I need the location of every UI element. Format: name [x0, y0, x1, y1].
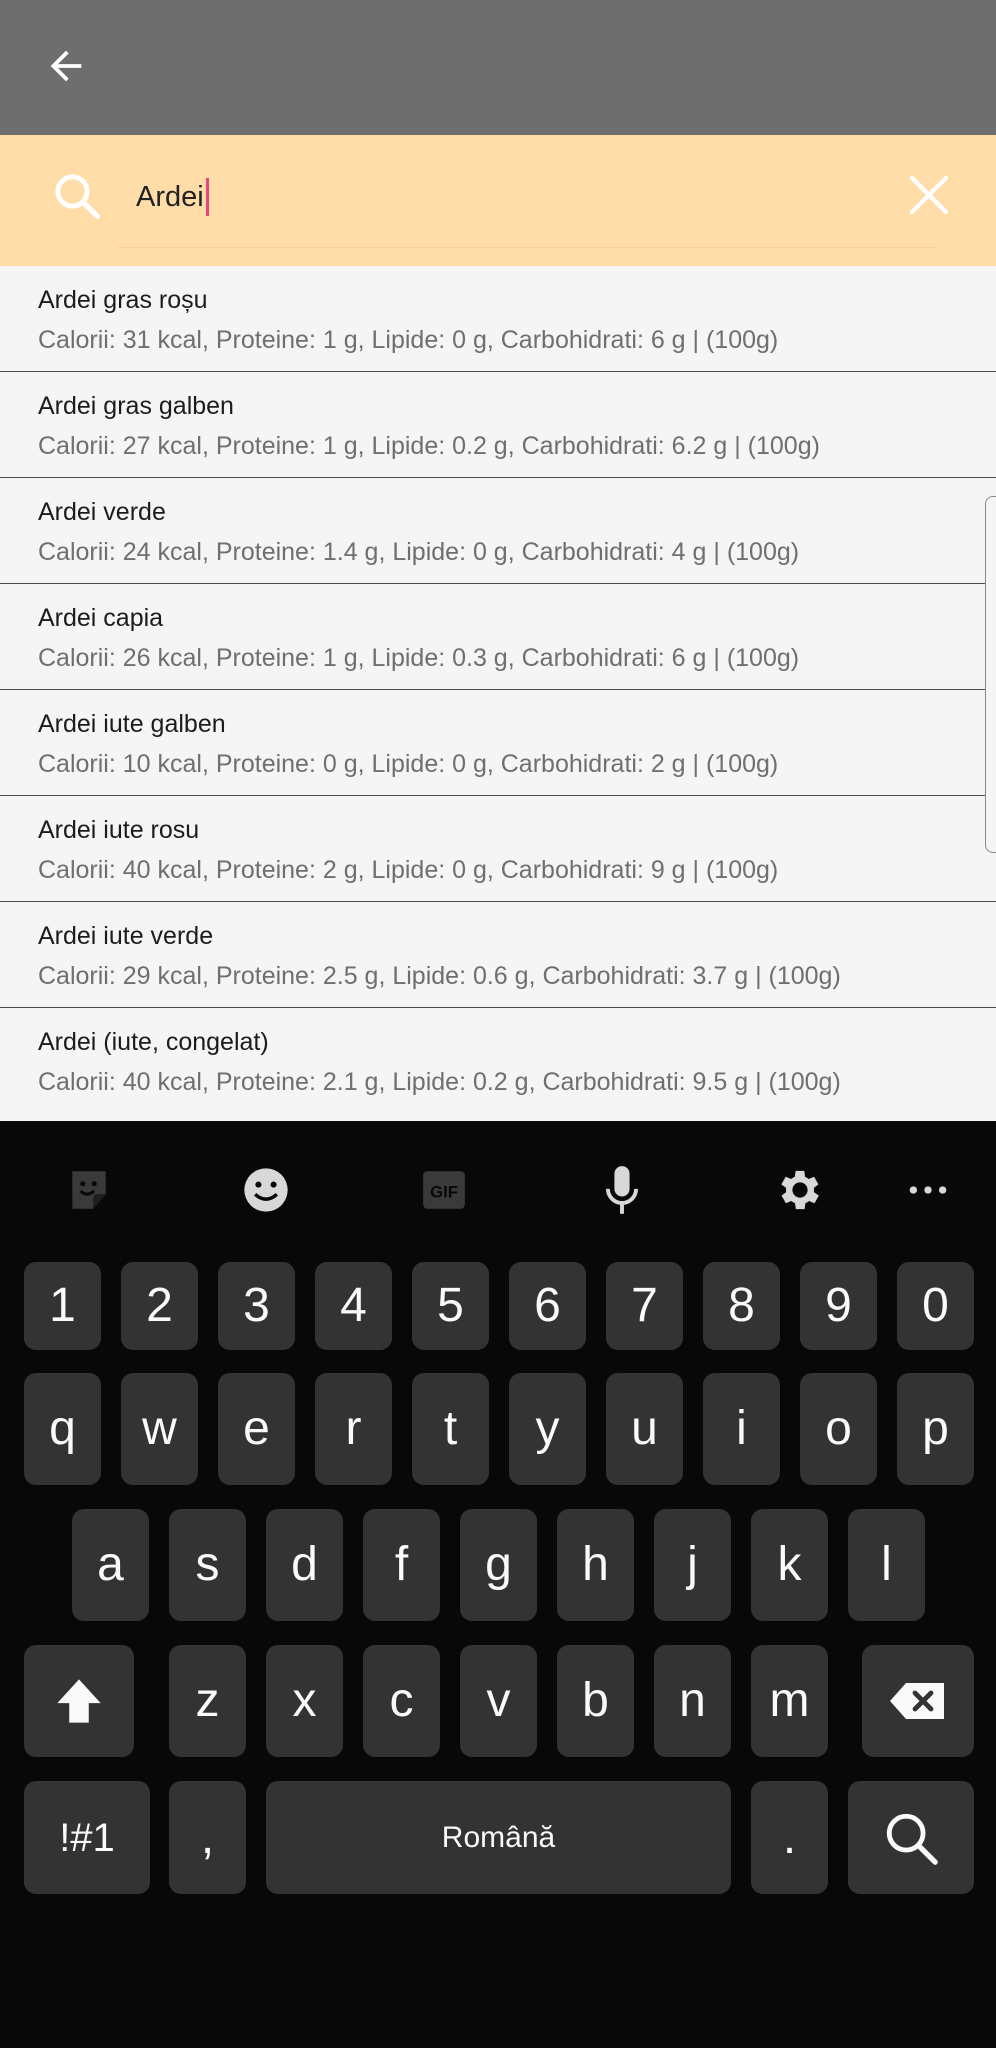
- key-8[interactable]: 8: [703, 1262, 780, 1350]
- key-1[interactable]: 1: [24, 1262, 101, 1350]
- search-icon: [886, 1813, 938, 1865]
- settings-icon: [781, 1170, 819, 1210]
- key-q[interactable]: q: [24, 1373, 101, 1485]
- item-title: Ardei iute verde: [38, 922, 214, 950]
- key-5[interactable]: 5: [412, 1262, 489, 1350]
- item-title: Ardei capia: [38, 604, 164, 632]
- item-details: Calorii: 29 kcal, Proteine: 2.5 g, Lipid…: [38, 962, 841, 990]
- key-x[interactable]: x: [266, 1645, 343, 1757]
- results-list: Ardei gras roșu Calorii: 31 kcal, Protei…: [0, 266, 996, 1121]
- key-4[interactable]: 4: [315, 1262, 392, 1350]
- key-z[interactable]: z: [169, 1645, 246, 1757]
- item-title: Ardei gras galben: [38, 392, 234, 420]
- key-s[interactable]: s: [169, 1509, 246, 1621]
- item-title: Ardei (iute, congelat): [38, 1028, 269, 1056]
- key-3[interactable]: 3: [218, 1262, 295, 1350]
- search-key[interactable]: [848, 1781, 974, 1894]
- key-f[interactable]: f: [363, 1509, 440, 1621]
- key-h[interactable]: h: [557, 1509, 634, 1621]
- more-options-button[interactable]: [893, 1155, 963, 1225]
- app-bar: [0, 0, 996, 135]
- gif-icon: GIF: [423, 1171, 465, 1209]
- search-underline: [118, 247, 936, 248]
- symbols-key[interactable]: !#1: [24, 1781, 150, 1894]
- emoji-icon: [244, 1168, 288, 1212]
- search-bar: Ardei: [0, 135, 996, 266]
- gif-label: GIF: [430, 1182, 458, 1201]
- item-title: Ardei iute rosu: [38, 816, 200, 844]
- key-j[interactable]: j: [654, 1509, 731, 1621]
- text-caret: [205, 178, 209, 216]
- search-input[interactable]: Ardei: [136, 175, 209, 219]
- key-y[interactable]: y: [509, 1373, 586, 1485]
- back-button[interactable]: [28, 28, 104, 104]
- list-item[interactable]: Ardei iute galben Calorii: 10 kcal, Prot…: [0, 690, 996, 796]
- list-item[interactable]: Ardei capia Calorii: 26 kcal, Proteine: …: [0, 584, 996, 690]
- item-details: Calorii: 26 kcal, Proteine: 1 g, Lipide:…: [38, 644, 800, 672]
- key-a[interactable]: a: [72, 1509, 149, 1621]
- microphone-icon: [605, 1166, 639, 1214]
- key-b[interactable]: b: [557, 1645, 634, 1757]
- more-icon: [909, 1186, 947, 1194]
- key-k[interactable]: k: [751, 1509, 828, 1621]
- item-details: Calorii: 40 kcal, Proteine: 2.1 g, Lipid…: [38, 1068, 841, 1096]
- key-6[interactable]: 6: [509, 1262, 586, 1350]
- shift-key[interactable]: [24, 1645, 134, 1757]
- key-0[interactable]: 0: [897, 1262, 974, 1350]
- backspace-icon: [890, 1683, 944, 1719]
- key-u[interactable]: u: [606, 1373, 683, 1485]
- search-query: Ardei: [136, 181, 204, 213]
- list-item[interactable]: Ardei iute verde Calorii: 29 kcal, Prote…: [0, 902, 996, 1008]
- arrow-left-icon: [50, 50, 82, 82]
- item-details: Calorii: 40 kcal, Proteine: 2 g, Lipide:…: [38, 856, 779, 884]
- period-key[interactable]: .: [751, 1781, 828, 1894]
- key-o[interactable]: o: [800, 1373, 877, 1485]
- key-d[interactable]: d: [266, 1509, 343, 1621]
- list-item[interactable]: Ardei gras roșu Calorii: 31 kcal, Protei…: [0, 266, 996, 372]
- voice-input-button[interactable]: [587, 1155, 657, 1225]
- backspace-key[interactable]: [862, 1645, 974, 1757]
- scrollbar[interactable]: [985, 496, 996, 853]
- key-e[interactable]: e: [218, 1373, 295, 1485]
- item-details: Calorii: 31 kcal, Proteine: 1 g, Lipide:…: [38, 326, 779, 354]
- close-icon: [909, 175, 949, 215]
- search-icon: [55, 174, 100, 219]
- key-7[interactable]: 7: [606, 1262, 683, 1350]
- key-l[interactable]: l: [848, 1509, 925, 1621]
- key-w[interactable]: w: [121, 1373, 198, 1485]
- key-m[interactable]: m: [751, 1645, 828, 1757]
- space-key[interactable]: Română: [266, 1781, 731, 1894]
- key-r[interactable]: r: [315, 1373, 392, 1485]
- item-details: Calorii: 24 kcal, Proteine: 1.4 g, Lipid…: [38, 538, 800, 566]
- item-details: Calorii: 27 kcal, Proteine: 1 g, Lipide:…: [38, 432, 820, 460]
- list-item[interactable]: Ardei iute rosu Calorii: 40 kcal, Protei…: [0, 796, 996, 902]
- list-item[interactable]: Ardei verde Calorii: 24 kcal, Proteine: …: [0, 478, 996, 584]
- keyboard-settings-button[interactable]: [765, 1155, 835, 1225]
- key-n[interactable]: n: [654, 1645, 731, 1757]
- item-title: Ardei verde: [38, 498, 166, 526]
- sticker-icon: [72, 1171, 106, 1209]
- key-v[interactable]: v: [460, 1645, 537, 1757]
- key-9[interactable]: 9: [800, 1262, 877, 1350]
- key-c[interactable]: c: [363, 1645, 440, 1757]
- key-2[interactable]: 2: [121, 1262, 198, 1350]
- key-g[interactable]: g: [460, 1509, 537, 1621]
- key-t[interactable]: t: [412, 1373, 489, 1485]
- list-item[interactable]: Ardei gras galben Calorii: 27 kcal, Prot…: [0, 372, 996, 478]
- list-item[interactable]: Ardei (iute, congelat) Calorii: 40 kcal,…: [0, 1008, 996, 1114]
- comma-key[interactable]: ,: [169, 1781, 246, 1894]
- item-title: Ardei iute galben: [38, 710, 226, 738]
- item-details: Calorii: 10 kcal, Proteine: 0 g, Lipide:…: [38, 750, 779, 778]
- item-title: Ardei gras roșu: [38, 286, 208, 314]
- gif-button[interactable]: GIF: [409, 1155, 479, 1225]
- shift-icon: [57, 1679, 101, 1723]
- key-p[interactable]: p: [897, 1373, 974, 1485]
- emoji-button[interactable]: [231, 1155, 301, 1225]
- sticker-button[interactable]: [54, 1155, 124, 1225]
- key-i[interactable]: i: [703, 1373, 780, 1485]
- clear-search-button[interactable]: [900, 166, 958, 224]
